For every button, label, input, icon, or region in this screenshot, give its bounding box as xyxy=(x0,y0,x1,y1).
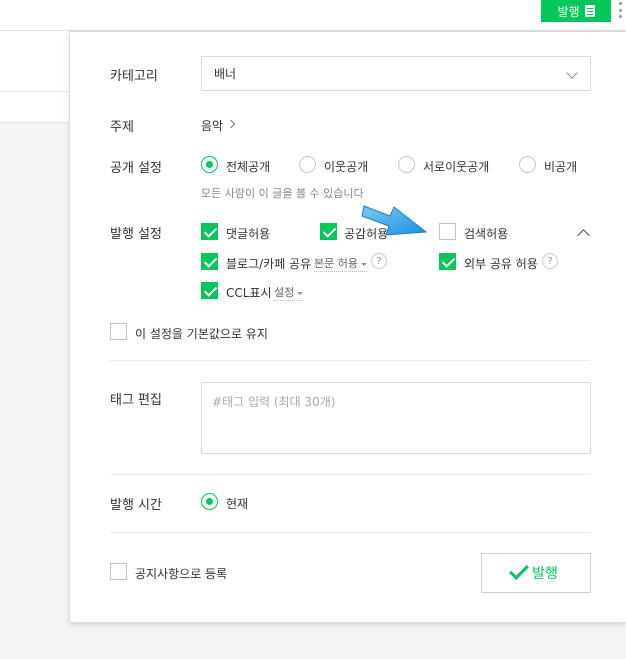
share-scope-dropdown[interactable]: 본문 허용 xyxy=(314,255,367,272)
radio-private[interactable] xyxy=(519,156,536,173)
divider xyxy=(110,474,590,475)
caret-down-icon xyxy=(297,291,304,295)
category-value: 배너 xyxy=(214,67,237,81)
allow-search-checkbox[interactable] xyxy=(439,223,456,240)
blog-cafe-share-label: 블로그/카페 공유 xyxy=(226,257,312,271)
external-share-checkbox[interactable] xyxy=(439,253,456,270)
blog-cafe-share-checkbox[interactable] xyxy=(201,253,218,270)
radio-mutual-neighbors[interactable] xyxy=(398,156,415,173)
publish-button[interactable]: 발행 xyxy=(481,553,591,593)
allow-comments-label: 댓글허용 xyxy=(226,227,271,241)
category-select[interactable]: 배너 xyxy=(201,56,591,91)
ccl-settings-value: 설정 xyxy=(274,286,295,299)
publish-panel: 카테고리 배너 주제 음악 공개 설정 전체공개 이웃공개 서로이웃공개 비공개… xyxy=(69,31,626,623)
allow-sympathy-checkbox[interactable] xyxy=(320,223,337,240)
publish-settings-label: 발행 설정 xyxy=(110,227,162,242)
tag-input-placeholder: #태그 입력 (최대 30개) xyxy=(212,395,336,409)
more-menu-icon[interactable] xyxy=(619,2,622,18)
external-share-label: 외부 공유 허용 xyxy=(464,257,538,271)
allow-comments-checkbox[interactable] xyxy=(201,223,218,240)
check-icon xyxy=(509,560,530,580)
radio-private-label: 비공개 xyxy=(544,160,578,174)
topic-label: 주제 xyxy=(110,120,134,135)
keep-default-label: 이 설정을 기본값으로 유지 xyxy=(135,327,268,341)
ccl-checkbox[interactable] xyxy=(201,282,218,299)
ccl-settings-dropdown[interactable]: 설정 xyxy=(274,284,304,301)
share-help-icon[interactable]: ? xyxy=(371,253,387,269)
editor-background xyxy=(0,31,70,123)
topic-value: 음악 xyxy=(201,119,224,133)
chevron-right-icon xyxy=(226,119,236,129)
top-publish-button[interactable]: 발행 xyxy=(541,0,611,22)
notice-checkbox[interactable] xyxy=(110,563,127,580)
radio-public[interactable] xyxy=(201,156,218,173)
visibility-hint: 모든 사람이 이 글을 볼 수 있습니다 xyxy=(201,187,364,200)
radio-public-label: 전체공개 xyxy=(226,160,271,174)
ccl-label: CCL표시 xyxy=(226,286,272,300)
visibility-label: 공개 설정 xyxy=(110,161,162,176)
publish-time-now-radio[interactable] xyxy=(201,493,218,510)
category-label: 카테고리 xyxy=(110,69,158,84)
annotation-arrow-icon xyxy=(361,205,428,236)
external-share-help-icon[interactable]: ? xyxy=(542,253,558,269)
radio-neighbors-label: 이웃공개 xyxy=(324,160,369,174)
chevron-down-icon xyxy=(566,67,578,79)
keep-default-checkbox[interactable] xyxy=(110,323,127,340)
topic-selector[interactable]: 음악 xyxy=(201,114,246,134)
share-scope-value: 본문 허용 xyxy=(314,257,358,270)
editor-topbar xyxy=(0,0,626,31)
radio-neighbors[interactable] xyxy=(299,156,316,173)
tags-label: 태그 편집 xyxy=(110,393,162,408)
caret-down-icon xyxy=(360,262,367,266)
divider xyxy=(110,360,590,361)
divider xyxy=(110,532,590,533)
collapse-chevron-up-icon[interactable] xyxy=(577,229,590,242)
publish-time-now-label: 현재 xyxy=(226,497,249,511)
top-publish-label: 발행 xyxy=(557,4,580,19)
radio-mutual-neighbors-label: 서로이웃공개 xyxy=(423,160,490,174)
publish-time-label: 발행 시간 xyxy=(110,498,162,513)
notice-label: 공지사항으로 등록 xyxy=(135,567,228,581)
document-icon xyxy=(584,5,595,17)
tag-input[interactable]: #태그 입력 (최대 30개) xyxy=(201,382,591,454)
publish-button-label: 발행 xyxy=(532,566,558,582)
allow-search-label: 검색허용 xyxy=(464,227,509,241)
